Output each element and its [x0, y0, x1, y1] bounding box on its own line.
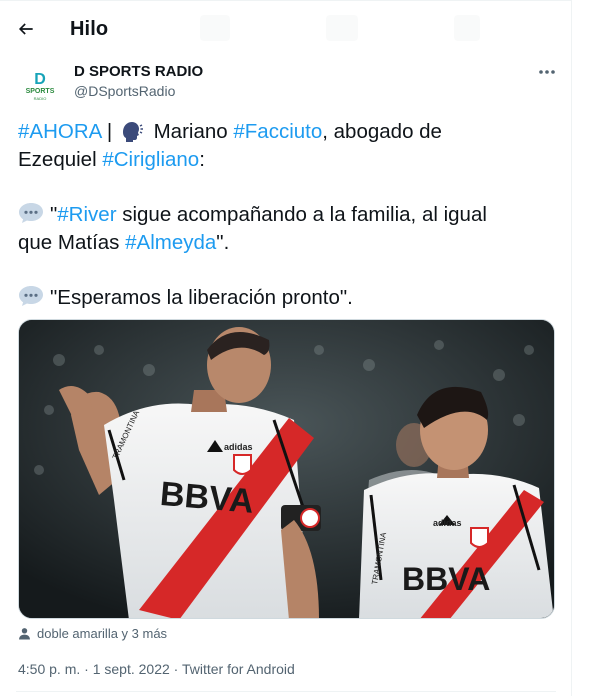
hashtag-link[interactable]: #AHORA	[18, 120, 101, 143]
tagged-people-text: doble amarilla y 3 más	[37, 626, 168, 641]
faded-tab-placeholder	[200, 15, 230, 41]
avatar-logo-subbrand: RADIO	[33, 96, 47, 101]
divider	[16, 691, 556, 692]
tweet-date[interactable]: 1 sept. 2022	[93, 661, 170, 677]
jersey-brand-right: adidas	[433, 518, 462, 528]
jersey-sponsor-right: BBVA	[402, 561, 490, 597]
tweet-text-segment: que Matías	[18, 231, 126, 254]
tweet-meta: 4:50 p. m. · 1 sept. 2022 · Twitter for …	[18, 661, 295, 677]
meta-separator: ·	[169, 661, 182, 677]
speech-bubble-icon	[19, 203, 43, 223]
avatar-logo-brand: SPORTS	[25, 88, 55, 95]
tweet-line: que Matías #Almeyda".	[18, 229, 558, 257]
avatar[interactable]: D SPORTS RADIO	[16, 63, 64, 111]
speech-bubble-icon	[19, 286, 43, 306]
page-title: Hilo	[70, 18, 109, 40]
faded-tab-placeholder	[454, 15, 480, 41]
tweet-source: Twitter for Android	[181, 661, 295, 677]
tweet-line: #AHORA | Mariano #Facciuto, abogado de	[18, 118, 558, 146]
thread-column: Hilo D SPORTS RADIO D SPORTS RADIO @DSpo…	[0, 0, 572, 696]
person-icon	[19, 628, 30, 640]
back-arrow-icon	[18, 23, 33, 35]
hashtag-link[interactable]: #Cirigliano	[102, 148, 199, 171]
author-display-name[interactable]: D SPORTS RADIO	[74, 63, 203, 80]
tweet-line: Ezequiel #Cirigliano:	[18, 146, 558, 174]
tweet-time[interactable]: 4:50 p. m.	[18, 661, 80, 677]
tweet-text: #AHORA | Mariano #Facciuto, abogado de E…	[18, 118, 558, 312]
meta-separator: ·	[80, 661, 93, 677]
tweet-text-segment: |	[101, 120, 113, 143]
tagged-people-link[interactable]: doble amarilla y 3 más	[18, 626, 167, 641]
tweet-text-segment: Ezequiel	[18, 148, 103, 171]
tweet-text-segment: :	[199, 148, 205, 171]
tweet-photo[interactable]: BBVA adidas TRAMONTINA BBVA adidas TRAMO…	[18, 319, 555, 619]
back-button[interactable]	[8, 11, 44, 47]
speaking-head-icon	[122, 122, 143, 142]
jersey-brand-left: adidas	[224, 442, 253, 452]
tweet-line: "#River sigue acompañando a la familia, …	[18, 201, 558, 229]
tweet-text-segment: , abogado de	[322, 120, 442, 143]
avatar-logo-letter: D	[34, 71, 46, 88]
tweet-text-segment: Mariano	[147, 120, 234, 143]
more-icon	[539, 70, 555, 74]
hashtag-link[interactable]: #Facciuto	[233, 120, 322, 143]
hashtag-link[interactable]: #River	[57, 203, 116, 226]
tweet-line: "Esperamos la liberación pronto".	[18, 284, 558, 312]
tweet-text-segment: "Esperamos la liberación pronto".	[50, 286, 353, 309]
more-options-button[interactable]	[532, 59, 562, 85]
thread-header: Hilo	[0, 1, 572, 57]
tweet-text-segment: sigue acompañando a la familia, al igual	[116, 203, 487, 226]
hashtag-link[interactable]: #Almeyda	[125, 231, 216, 254]
tweet-text-segment: ".	[216, 231, 230, 254]
photo-illustration: BBVA adidas TRAMONTINA BBVA adidas TRAMO…	[19, 320, 554, 618]
author-handle[interactable]: @DSportsRadio	[74, 83, 175, 99]
faded-tab-placeholder	[326, 15, 358, 41]
